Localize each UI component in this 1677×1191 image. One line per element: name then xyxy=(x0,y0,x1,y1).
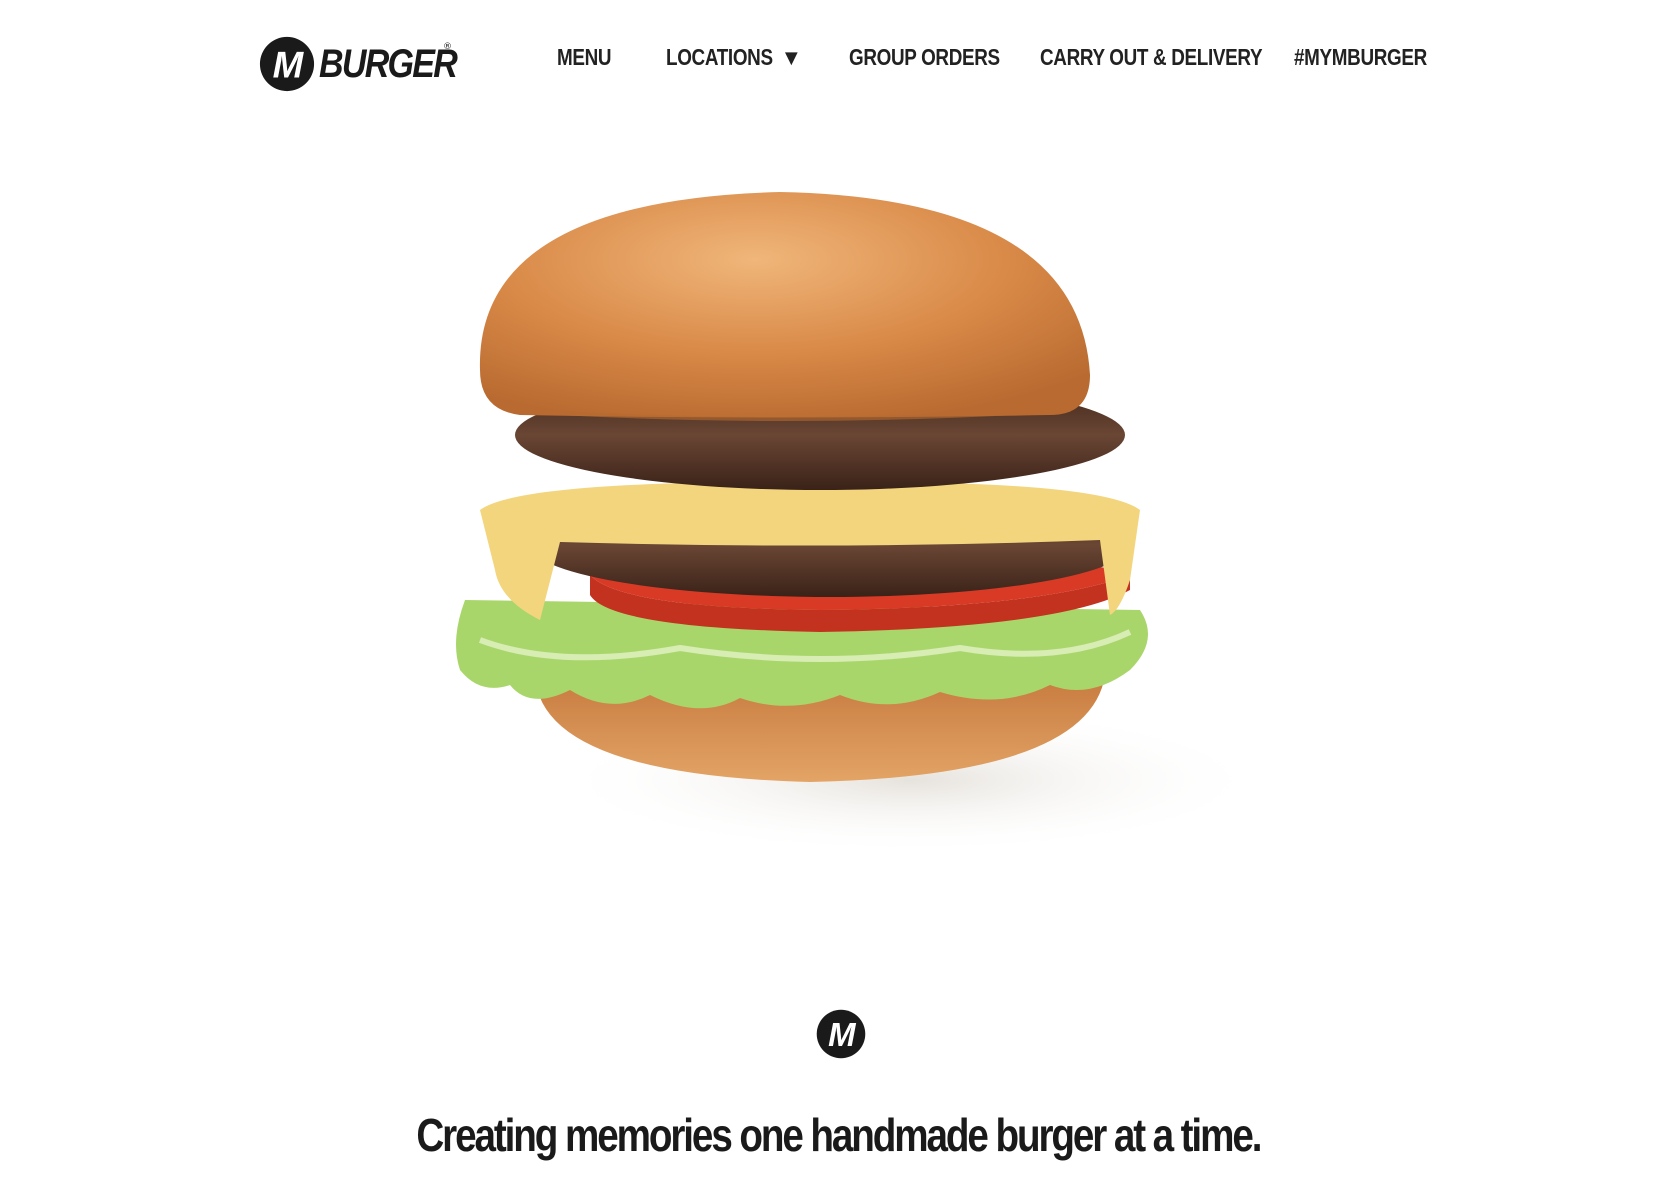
tagline-text: Creating memories one handmade burger at… xyxy=(416,1109,1263,1161)
caret-down-icon: ▼ xyxy=(780,44,802,70)
nav-carry-out-delivery[interactable]: CARRY OUT & DELIVERY xyxy=(1040,44,1263,71)
nav-locations-label: LOCATIONS xyxy=(666,44,773,70)
logo-wordmark: BURGER xyxy=(319,41,458,86)
nav-menu-label: MENU xyxy=(557,44,612,70)
nav-locations[interactable]: LOCATIONS ▼ xyxy=(666,44,802,71)
svg-text:M: M xyxy=(273,45,305,86)
top-bun xyxy=(479,192,1091,421)
hero-burger-image xyxy=(456,192,1240,855)
nav-menu[interactable]: MENU xyxy=(557,44,612,71)
nav-mymburger-label: #MYMBURGER xyxy=(1294,44,1427,70)
site-header: M BURGER ® MENU LOCATIONS ▼ GROUP ORDERS… xyxy=(0,0,1677,120)
m-emblem-icon: M xyxy=(816,1009,866,1059)
nav-carry-out-delivery-label: CARRY OUT & DELIVERY xyxy=(1040,44,1263,70)
nav-mymburger[interactable]: #MYMBURGER xyxy=(1294,44,1427,71)
svg-text:M: M xyxy=(828,1016,856,1053)
m-logo-icon: M xyxy=(259,36,315,92)
registered-mark: ® xyxy=(443,42,452,52)
nav-group-orders[interactable]: GROUP ORDERS xyxy=(849,44,1000,71)
mburger-logo[interactable]: M BURGER ® xyxy=(258,34,480,94)
nav-group-orders-label: GROUP ORDERS xyxy=(849,44,1000,70)
tagline: Creating memories one handmade burger at… xyxy=(0,1108,1677,1162)
